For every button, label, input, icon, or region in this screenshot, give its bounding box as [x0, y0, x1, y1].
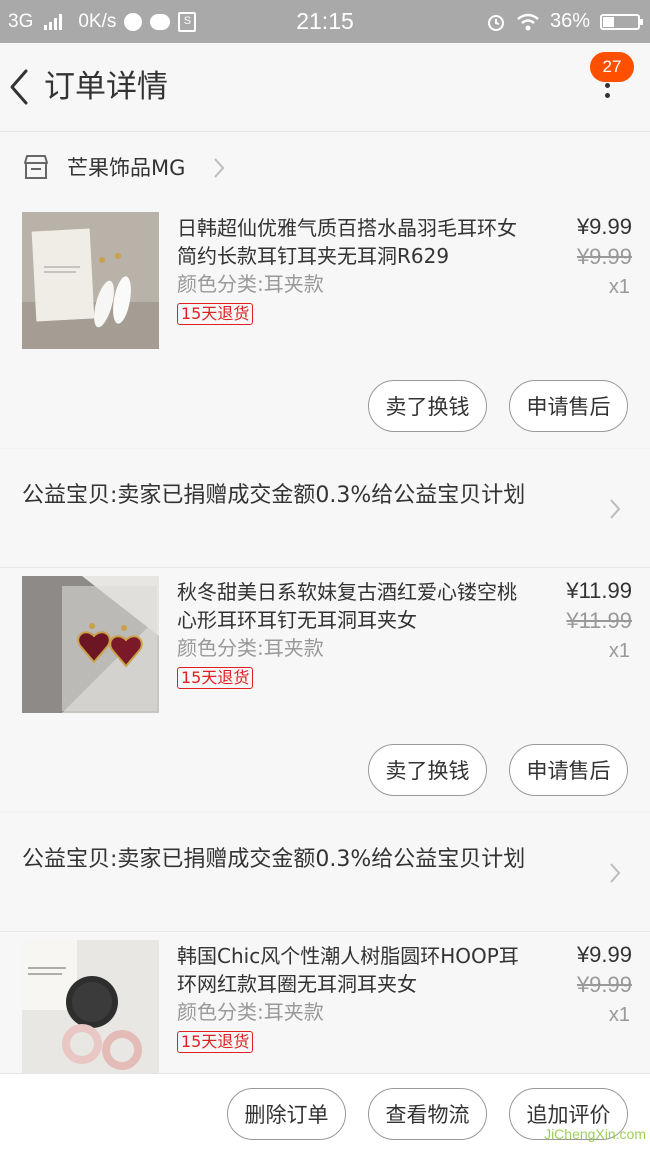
- order-item[interactable]: 韩国Chic风个性潮人树脂圆环HOOP耳环网红款耳圈无耳洞耳夹女 颜色分类:耳夹…: [0, 932, 650, 1073]
- battery-percent: 36%: [549, 10, 590, 32]
- sell-button[interactable]: 卖了换钱: [368, 744, 487, 796]
- charity-note[interactable]: 公益宝贝:卖家已捐赠成交金额0.3%给公益宝贝计划: [0, 813, 650, 931]
- battery-icon: [600, 13, 643, 30]
- product-quantity: x1: [608, 1004, 630, 1026]
- product-sku: 颜色分类:耳夹款: [177, 1000, 324, 1024]
- product-image[interactable]: [22, 576, 159, 713]
- return-policy-tag: 15天退货: [177, 303, 254, 325]
- product-original-price: ¥9.99: [576, 244, 632, 269]
- sell-button[interactable]: 卖了换钱: [368, 380, 487, 432]
- chevron-right-icon: [610, 863, 621, 883]
- shop-icon: [24, 155, 48, 179]
- back-arrow-icon[interactable]: [6, 65, 36, 109]
- wifi-icon: [517, 13, 539, 30]
- bottom-action-bar: 删除订单 查看物流 追加评价 JiChengXin.com: [0, 1073, 650, 1156]
- product-original-price: ¥9.99: [576, 972, 632, 997]
- title-bar: 订单详情 27: [0, 43, 650, 132]
- chevron-right-icon: [214, 158, 225, 178]
- return-policy-tag: 15天退货: [177, 667, 254, 689]
- product-sku: 颜色分类:耳夹款: [177, 636, 324, 660]
- return-policy-tag: 15天退货: [177, 1031, 254, 1053]
- product-title[interactable]: 秋冬甜美日系软妹复古酒红爱心镂空桃心形耳环耳钉无耳洞耳夹女: [177, 578, 527, 634]
- page-title: 订单详情: [44, 69, 168, 105]
- product-quantity: x1: [608, 640, 630, 662]
- status-bar: 3G 0K/s S 21:15 36%: [0, 0, 650, 43]
- product-price: ¥11.99: [566, 578, 632, 603]
- watermark: JiChengXin.com: [544, 1126, 646, 1142]
- order-item[interactable]: 秋冬甜美日系软妹复古酒红爱心镂空桃心形耳环耳钉无耳洞耳夹女 颜色分类:耳夹款 1…: [0, 568, 650, 811]
- product-sku: 颜色分类:耳夹款: [177, 272, 324, 296]
- alarm-icon: [487, 14, 504, 31]
- charity-text: 公益宝贝:卖家已捐赠成交金额0.3%给公益宝贝计划: [22, 483, 526, 508]
- chevron-right-icon: [610, 499, 621, 519]
- after-sale-button[interactable]: 申请售后: [509, 744, 628, 796]
- product-title[interactable]: 韩国Chic风个性潮人树脂圆环HOOP耳环网红款耳圈无耳洞耳夹女: [177, 942, 527, 998]
- product-image[interactable]: [22, 212, 159, 349]
- order-item[interactable]: 日韩超仙优雅气质百搭水晶羽毛耳环女简约长款耳钉耳夹无耳洞R629 颜色分类:耳夹…: [0, 204, 650, 448]
- shop-row[interactable]: 芒果饰品MG: [0, 132, 650, 204]
- charity-text: 公益宝贝:卖家已捐赠成交金额0.3%给公益宝贝计划: [22, 847, 526, 872]
- view-logistics-button[interactable]: 查看物流: [368, 1088, 487, 1140]
- product-original-price: ¥11.99: [566, 608, 632, 633]
- product-price: ¥9.99: [576, 942, 632, 967]
- product-price: ¥9.99: [576, 214, 632, 239]
- after-sale-button[interactable]: 申请售后: [509, 380, 628, 432]
- product-image[interactable]: [22, 940, 159, 1073]
- product-quantity: x1: [608, 276, 630, 298]
- product-title[interactable]: 日韩超仙优雅气质百搭水晶羽毛耳环女简约长款耳钉耳夹无耳洞R629: [177, 214, 527, 270]
- charity-note[interactable]: 公益宝贝:卖家已捐赠成交金额0.3%给公益宝贝计划: [0, 449, 650, 567]
- notification-badge: 27: [590, 52, 634, 82]
- shop-name: 芒果饰品MG: [67, 156, 186, 180]
- delete-order-button[interactable]: 删除订单: [227, 1088, 346, 1140]
